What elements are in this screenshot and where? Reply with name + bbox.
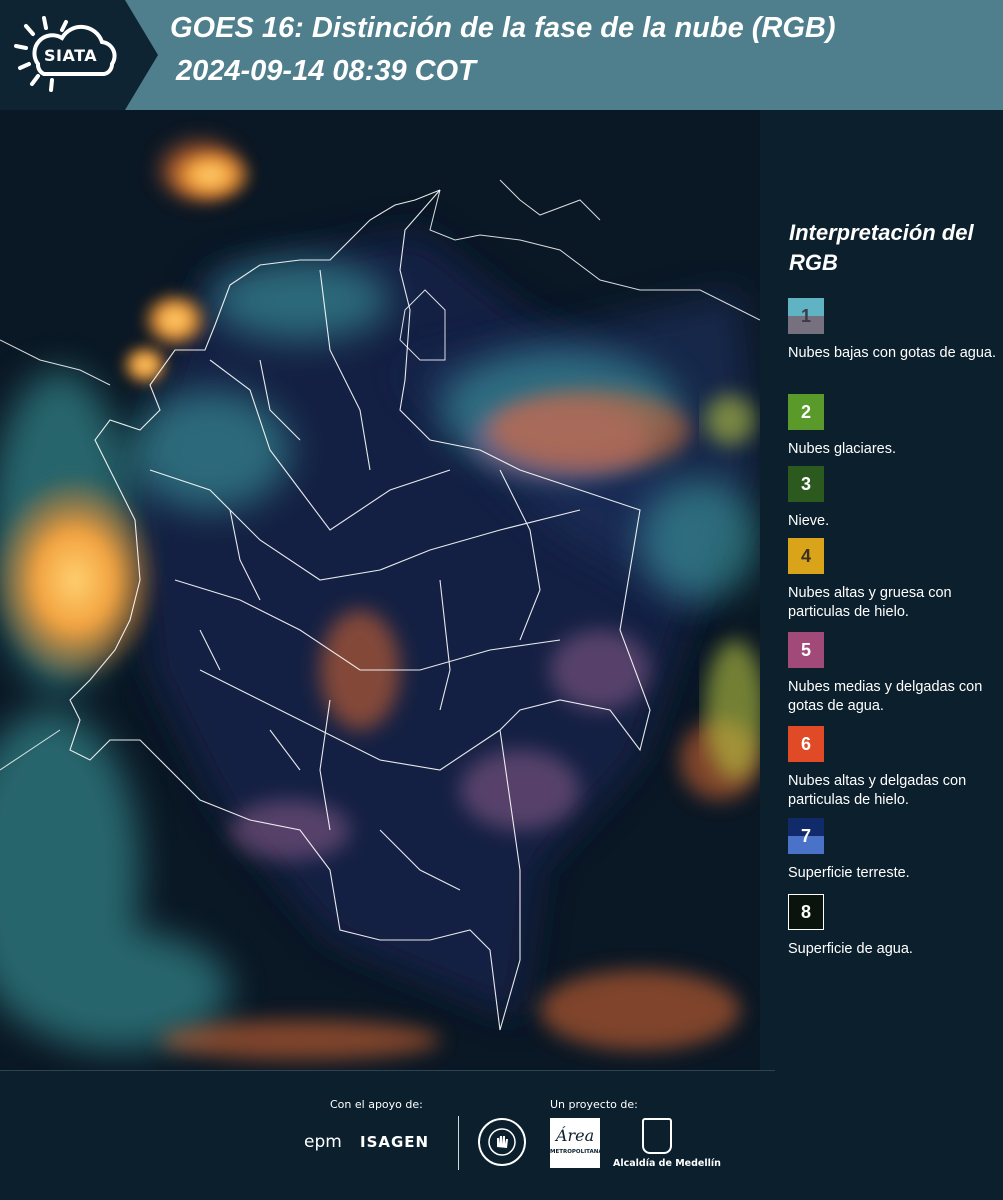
legend-item-4: 4 Nubes altas y gruesa con particulas de… (788, 538, 998, 622)
area-metropolitana-logo[interactable]: Área METROPOLITANA (550, 1118, 603, 1168)
legend-swatch-7: 7 (788, 818, 824, 854)
legend-swatch-8: 8 (788, 894, 824, 930)
hand-seal-icon (488, 1128, 516, 1156)
legend-swatch-1: 1 (788, 298, 824, 334)
legend-item-8: 8 Superficie de agua. (788, 894, 998, 959)
legend-item-2: 2 Nubes glaciares. (788, 394, 998, 459)
legend-number: 2 (800, 401, 811, 422)
legend-label: Nubes bajas con gotas de agua. (788, 345, 996, 361)
page-title: GOES 16: Distinción de la fase de la nub… (170, 12, 836, 44)
legend-label: Nubes glaciares. (788, 441, 896, 457)
legend-number: 3 (800, 473, 811, 494)
rgb-satellite-image (0, 110, 760, 1070)
legend-label: Superficie de agua. (788, 941, 913, 957)
satellite-map[interactable] (0, 110, 760, 1070)
project-label: Un proyecto de: (550, 1098, 638, 1111)
legend-item-6: 6 Nubes altas y delgadas con particulas … (788, 726, 998, 810)
legend-number: 7 (800, 825, 811, 846)
legend-label: Nubes medias y delgadas con gotas de agu… (788, 679, 983, 714)
legend-number: 8 (800, 901, 811, 922)
legend-label: Nubes altas y delgadas con particulas de… (788, 773, 967, 808)
footer-logo-divider (458, 1116, 459, 1170)
legend-number: 1 (800, 305, 811, 326)
seal-icon[interactable] (478, 1118, 526, 1166)
alcaldia-shield-icon (642, 1118, 672, 1154)
legend-panel: Interpretación del RGB 1 Nubes bajas con… (760, 110, 1003, 1070)
epm-logo[interactable]: epm (304, 1132, 342, 1152)
footer: Con el apoyo de: Un proyecto de: epm ISA… (0, 1070, 1003, 1200)
legend-number: 4 (800, 545, 811, 566)
legend-label: Superficie terreste. (788, 865, 910, 881)
support-label: Con el apoyo de: (330, 1098, 423, 1111)
footer-divider (0, 1070, 775, 1071)
legend-title: Interpretación del RGB (789, 220, 974, 275)
legend-label: Nieve. (788, 513, 830, 529)
legend-number: 6 (800, 733, 811, 754)
legend-item-1: 1 Nubes bajas con gotas de agua. (788, 298, 998, 363)
alcaldia-logo[interactable]: Alcaldía de Medellín (613, 1158, 721, 1169)
legend-label: Nubes altas y gruesa con particulas de h… (788, 585, 952, 620)
legend-swatch-5: 5 (788, 632, 824, 668)
area-logo-text: Área (555, 1126, 595, 1145)
legend-swatch-4: 4 (788, 538, 824, 574)
legend-swatch-6: 6 (788, 726, 824, 762)
legend-item-3: 3 Nieve. (788, 466, 998, 531)
header-bar: SIATA GOES 16: Distinción de la fase de … (0, 0, 1003, 110)
legend-swatch-2: 2 (788, 394, 824, 430)
legend-swatch-3: 3 (788, 466, 824, 502)
legend-number: 5 (800, 639, 811, 660)
logo-text: SIATA (44, 46, 98, 65)
timestamp: 2024-09-14 08:39 COT (176, 55, 476, 87)
legend-item-5: 5 Nubes medias y delgadas con gotas de a… (788, 632, 998, 716)
isagen-logo[interactable]: ISAGEN (360, 1133, 429, 1151)
area-logo-sub: METROPOLITANA (550, 1149, 603, 1155)
legend-item-7: 7 Superficie terreste. (788, 818, 998, 883)
